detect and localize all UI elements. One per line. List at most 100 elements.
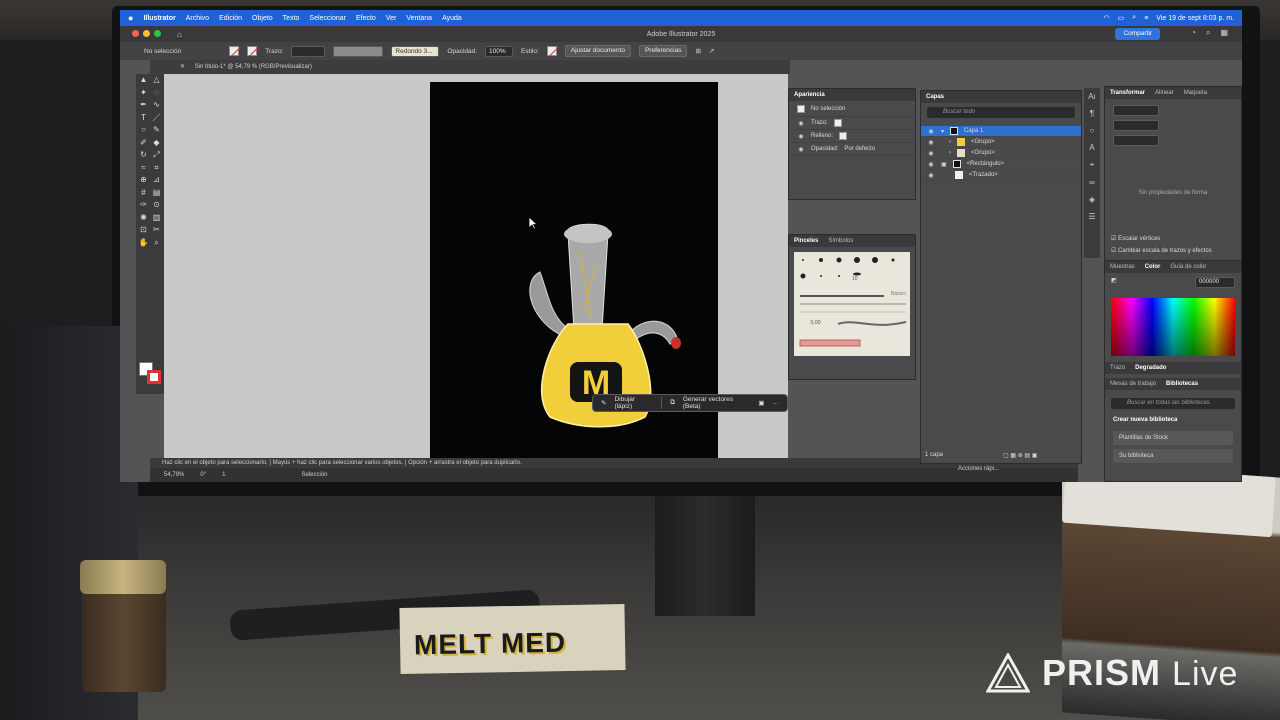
- hand-icon[interactable]: ✋: [137, 237, 150, 250]
- magic-wand-icon[interactable]: ✦: [137, 87, 150, 100]
- perspective-icon[interactable]: ⊿: [150, 174, 163, 187]
- menu-ver[interactable]: Ver: [386, 15, 397, 22]
- close-tab-icon[interactable]: ✕: [180, 64, 185, 70]
- current-tool[interactable]: Selección: [301, 468, 327, 482]
- checkbox-icon[interactable]: ☑: [1111, 236, 1116, 242]
- tab-transformar[interactable]: Transformar: [1110, 90, 1145, 96]
- layer-name[interactable]: <Trazado>: [969, 172, 998, 178]
- wifi-icon[interactable]: ◠: [1104, 14, 1110, 22]
- image-icon[interactable]: ▣: [758, 399, 764, 407]
- your-library-item[interactable]: Su biblioteca: [1113, 449, 1233, 463]
- tab-muestras[interactable]: Muestras: [1110, 264, 1135, 270]
- stroke-box[interactable]: [147, 370, 161, 384]
- menu-edicion[interactable]: Edición: [219, 15, 242, 22]
- tab-mesas-trabajo[interactable]: Mesas de trabajo: [1110, 381, 1156, 387]
- gradient-icon[interactable]: ▤: [150, 187, 163, 200]
- eye-icon[interactable]: ◉: [927, 150, 935, 157]
- draw-pencil-button[interactable]: Dibujar (lápiz): [614, 396, 653, 410]
- ai-icon[interactable]: Aı: [1088, 92, 1096, 101]
- eye-icon[interactable]: ◉: [797, 120, 805, 127]
- warp-icon[interactable]: ≈: [137, 162, 150, 175]
- tab-trazo[interactable]: Trazo: [1110, 365, 1125, 371]
- zoom-level[interactable]: 54,79%: [164, 468, 184, 482]
- export-icon[interactable]: ↗: [709, 47, 714, 55]
- search-icon[interactable]: ⌕: [1206, 28, 1210, 38]
- quick-actions-label[interactable]: Acciones rápi...: [958, 466, 999, 472]
- eye-icon[interactable]: ◉: [927, 172, 935, 179]
- eye-icon[interactable]: ◉: [797, 146, 805, 153]
- expand-icon[interactable]: ▾: [941, 128, 944, 135]
- hex-input[interactable]: 000000: [1195, 277, 1235, 288]
- zoom-window-button[interactable]: [154, 29, 161, 37]
- home-icon[interactable]: ⌂: [177, 30, 182, 39]
- tab-pinceles[interactable]: Pinceles: [794, 238, 818, 244]
- tab-capas[interactable]: Capas: [926, 94, 944, 100]
- brush-field[interactable]: Redondo 3...: [391, 45, 440, 57]
- rotation-angle[interactable]: 0°: [200, 468, 206, 482]
- battery-icon[interactable]: ▭: [1118, 14, 1125, 22]
- menubar-clock[interactable]: Vie 19 de sept 8:03 p. m.: [1156, 15, 1234, 22]
- fill-stroke-widget[interactable]: [139, 362, 163, 386]
- pen-tool-icon[interactable]: ✒: [137, 99, 150, 112]
- menu-objeto[interactable]: Objeto: [252, 15, 273, 22]
- blend-icon[interactable]: ⊙: [150, 199, 163, 212]
- expand-icon[interactable]: ›: [949, 139, 951, 145]
- tab-apariencia[interactable]: Apariencia: [794, 92, 825, 98]
- paragraph-icon[interactable]: ¶: [1090, 109, 1094, 118]
- rotate-icon[interactable]: ↻: [137, 149, 150, 162]
- scale-strokes-checkbox[interactable]: ☑ Cambiar escala de trazos y efectos: [1111, 247, 1212, 254]
- free-transform-icon[interactable]: ⌗: [150, 162, 163, 175]
- create-library-button[interactable]: Crear nueva biblioteca: [1105, 413, 1241, 427]
- zoom-icon[interactable]: ⌕: [150, 237, 163, 250]
- mesh-icon[interactable]: #: [137, 187, 150, 200]
- eye-icon[interactable]: ◉: [797, 133, 805, 140]
- tab-guia-color[interactable]: Guía de color: [1170, 264, 1206, 270]
- apple-icon[interactable]: ●: [128, 13, 133, 23]
- layer-row[interactable]: ◉ › <Grupo>: [921, 137, 1081, 148]
- eraser-icon[interactable]: ◆: [150, 137, 163, 150]
- stock-templates-item[interactable]: Plantillas de Stock: [1113, 431, 1233, 445]
- style-swatch[interactable]: [546, 46, 557, 56]
- direct-selection-tool-icon[interactable]: △: [150, 74, 163, 87]
- tab-bibliotecas[interactable]: Bibliotecas: [1166, 381, 1198, 387]
- fill-stroke-mini-icon[interactable]: ◩: [1111, 277, 1117, 288]
- tab-simbolos[interactable]: Símbolos: [828, 238, 853, 244]
- angle-field[interactable]: [1113, 135, 1159, 146]
- x-field[interactable]: [1113, 105, 1159, 116]
- layer-name[interactable]: <Grupo>: [971, 139, 995, 145]
- fill-swatch[interactable]: [229, 46, 240, 56]
- canvas-area[interactable]: M ✎ Dibujar (lápiz) ⧉ Generar vectores (…: [164, 74, 788, 458]
- profile-field[interactable]: [333, 45, 384, 57]
- fill-row-label[interactable]: Relleno:: [811, 133, 833, 139]
- layers-search-input[interactable]: Buscar todo: [927, 107, 1075, 118]
- line-tool-icon[interactable]: ／: [150, 112, 163, 125]
- library-search-input[interactable]: Buscar en todas las bibliotecas: [1111, 398, 1235, 409]
- curvature-icon[interactable]: ∿: [150, 99, 163, 112]
- graph-icon[interactable]: ▥: [150, 212, 163, 225]
- share-button[interactable]: Compartir: [1115, 28, 1160, 40]
- shape-builder-icon[interactable]: ⊕: [137, 174, 150, 187]
- align-icon[interactable]: ⊞: [695, 47, 700, 55]
- fit-document-button[interactable]: Ajustar documento: [564, 45, 631, 57]
- menu-archivo[interactable]: Archivo: [186, 15, 209, 22]
- layer-name[interactable]: Capa 1: [964, 128, 983, 134]
- color-spectrum[interactable]: [1111, 298, 1235, 356]
- layer-row[interactable]: ◉ <Trazado>: [921, 170, 1081, 181]
- stroke-swatch[interactable]: [833, 119, 842, 127]
- artboard-number[interactable]: 1: [222, 468, 225, 482]
- tab-degradado[interactable]: Degradado: [1135, 365, 1166, 371]
- minimize-window-button[interactable]: [143, 29, 150, 37]
- eye-icon[interactable]: ◉: [927, 139, 935, 146]
- ellipse-tool-icon[interactable]: ○: [137, 124, 150, 137]
- workspace-icon[interactable]: ▦: [1220, 28, 1228, 38]
- properties-icon[interactable]: ☰: [1088, 212, 1095, 221]
- menu-seleccionar[interactable]: Seleccionar: [309, 15, 346, 22]
- control-center-icon[interactable]: ≡: [1144, 15, 1148, 22]
- stroke-swatch[interactable]: [247, 46, 258, 56]
- eye-icon[interactable]: ◉: [927, 128, 935, 135]
- stroke-row-label[interactable]: Trazo:: [811, 120, 828, 126]
- symbol-sprayer-icon[interactable]: ✺: [137, 212, 150, 225]
- checkbox-icon[interactable]: ☑: [1111, 248, 1116, 254]
- fill-swatch[interactable]: [839, 132, 848, 140]
- layer-row[interactable]: ◉ ▾ Capa 1: [921, 126, 1081, 137]
